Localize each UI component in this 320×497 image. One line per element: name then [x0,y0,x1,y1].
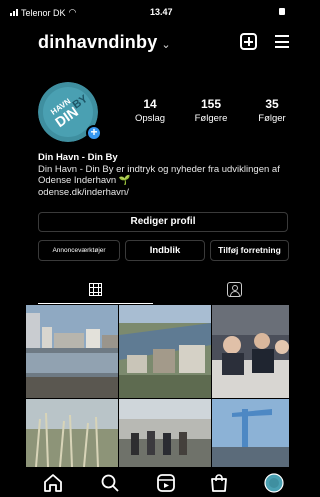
profile-bio: Din Havn - Din By Din Havn - Din By er i… [38,152,288,198]
chevron-down-icon: ⌄ [161,38,171,51]
followers-stat[interactable]: 155 Følgere [186,97,236,124]
post-thumbnail[interactable] [26,305,118,398]
following-count: 35 [265,97,279,111]
tab-tagged[interactable] [180,278,289,304]
display-name: Din Havn - Din By [38,152,118,163]
profile-header-bar: dinhavndinby ⌄ [0,28,289,58]
profile-tabs [0,278,289,304]
post-thumbnail[interactable] [119,305,211,398]
grid-icon [89,283,102,296]
post-thumbnail[interactable] [212,399,289,467]
following-stat[interactable]: 35 Følger [252,97,292,124]
add-story-icon[interactable]: + [86,125,102,141]
posts-count: 14 [143,97,157,111]
home-icon[interactable] [42,473,64,493]
search-icon[interactable] [99,473,121,493]
status-bar: Telenor DK ◠ 13.47 [0,0,289,24]
carrier-indicator: Telenor DK ◠ [10,7,76,18]
tagged-icon [227,282,242,297]
edit-profile-button[interactable]: Rediger profil [38,212,288,232]
post-thumbnail[interactable] [26,399,118,467]
posts-stat[interactable]: 14 Opslag [130,97,170,124]
signal-icon [10,9,18,16]
shop-icon[interactable] [208,473,230,493]
tab-grid[interactable] [38,278,153,304]
bio-text: Din Havn - Din By er indtryk og nyheder … [38,163,280,187]
username: dinhavndinby [38,32,158,52]
hamburger-menu-icon[interactable] [275,35,289,48]
followers-count: 155 [200,97,222,111]
ad-tools-button[interactable]: Annonceværktøjer [38,240,120,261]
posts-grid [26,305,289,467]
bio-link[interactable]: odense.dk/inderhavn/ [38,187,288,199]
insights-button[interactable]: Indblik [125,240,205,261]
add-shop-button[interactable]: Tilføj forretning [210,240,289,261]
following-label: Følger [258,113,286,124]
account-switcher[interactable]: dinhavndinby ⌄ [38,32,171,53]
carrier-name: Telenor DK [21,7,66,18]
create-post-icon[interactable] [240,33,257,50]
followers-label: Følgere [194,113,228,124]
clock: 13.47 [150,7,173,17]
battery-icon [279,8,285,15]
profile-avatar-icon[interactable] [263,473,285,493]
wifi-icon: ◠ [68,7,77,17]
reels-icon[interactable] [155,473,177,493]
post-thumbnail[interactable] [212,305,289,398]
post-thumbnail[interactable] [119,399,211,467]
posts-label: Opslag [134,113,166,124]
bottom-navigation [0,468,289,497]
